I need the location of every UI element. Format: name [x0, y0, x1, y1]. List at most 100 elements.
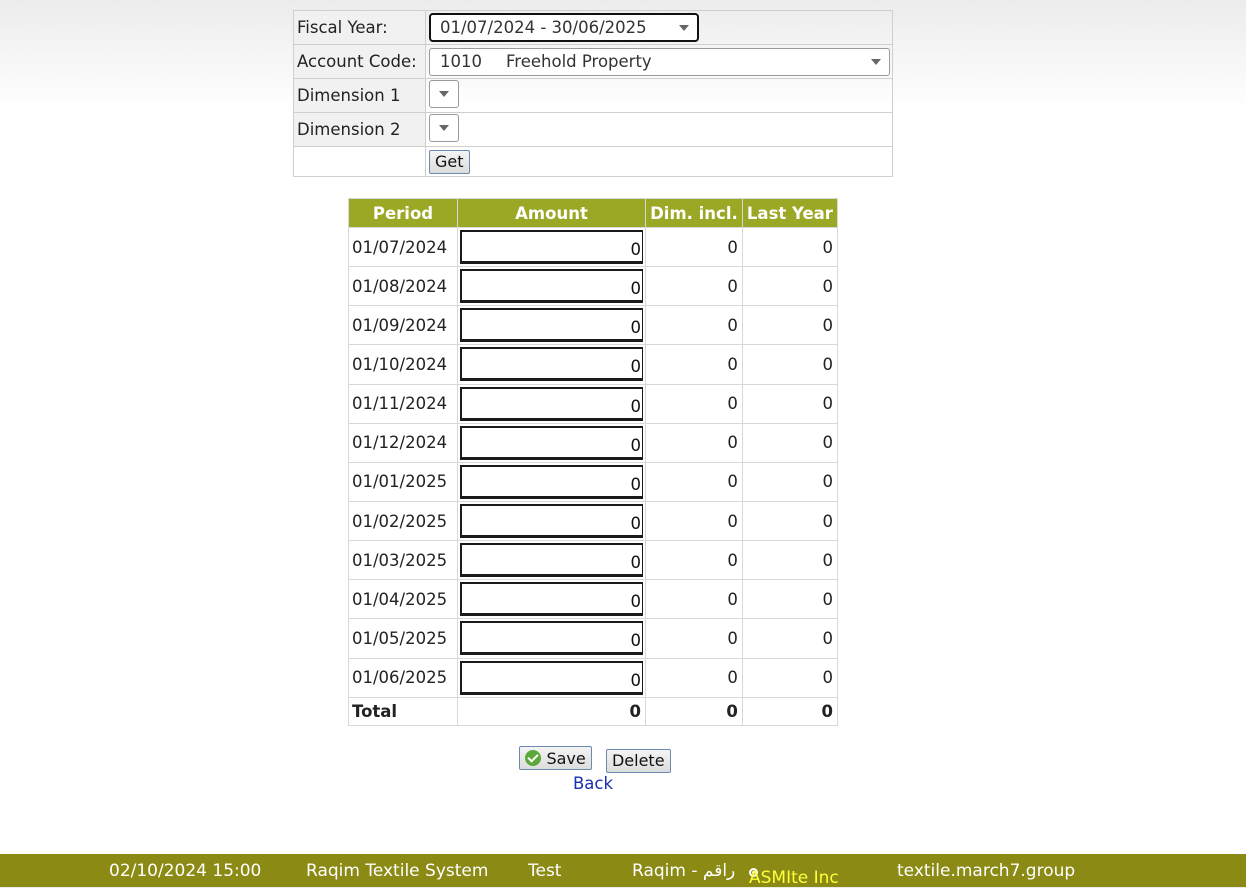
- last-year-cell: 0: [741, 500, 839, 542]
- footer-app-name: Raqim Textile System: [306, 861, 489, 881]
- footer-datetime: 02/10/2024 15:00: [109, 861, 262, 881]
- column-header: Amount: [457, 198, 646, 228]
- last-year-cell: 0: [741, 461, 839, 502]
- table-header-row: Period Amount Dim. incl. Last Year: [348, 198, 839, 228]
- amount-cell: [457, 540, 646, 581]
- last-year-cell: 0: [741, 226, 839, 268]
- footer-host: textile.march7.group: [897, 861, 1076, 881]
- amount-input[interactable]: [460, 464, 643, 499]
- amount-input[interactable]: [460, 347, 643, 382]
- back-link[interactable]: Back: [573, 774, 613, 793]
- period-cell: 01/04/2025: [348, 579, 458, 620]
- period-cell: 01/12/2024: [348, 422, 458, 463]
- last-year-cell: 0: [741, 344, 839, 385]
- action-bar: Save Delete: [0, 746, 1190, 773]
- dim-incl-cell: 0: [645, 266, 743, 307]
- save-button[interactable]: Save: [519, 746, 592, 770]
- amount-cell: [457, 422, 646, 463]
- amount-cell: [457, 383, 646, 424]
- amount-cell: [457, 618, 646, 659]
- get-button[interactable]: Get: [429, 149, 470, 174]
- account-code-value: 1010: [440, 52, 482, 71]
- amount-input[interactable]: [460, 504, 643, 539]
- total-dim: 0: [645, 696, 743, 726]
- last-year-cell: 0: [741, 305, 839, 346]
- check-icon: [525, 750, 542, 766]
- period-cell: 01/10/2024: [348, 344, 458, 385]
- budget-rows: 01/07/20240001/08/20240001/09/20240001/1…: [348, 226, 839, 698]
- amount-input[interactable]: [460, 230, 643, 265]
- delete-button[interactable]: Delete: [605, 748, 671, 773]
- period-cell: 01/11/2024: [348, 383, 458, 424]
- period-cell: 01/08/2024: [348, 266, 458, 307]
- last-year-cell: 0: [741, 579, 839, 620]
- table-row: 01/01/2025 0 0: [348, 461, 839, 502]
- dimension1-select[interactable]: [429, 79, 459, 108]
- chevron-down-icon: [679, 24, 689, 31]
- dim-incl-cell: 0: [645, 579, 743, 620]
- table-row: 01/04/2025 0 0: [348, 579, 839, 620]
- amount-cell: [457, 500, 646, 542]
- save-label: Save: [546, 748, 586, 768]
- amount-cell: [457, 266, 646, 307]
- dim-incl-cell: 0: [645, 305, 743, 346]
- last-year-cell: 0: [741, 540, 839, 581]
- footer-brand: Raqim - راقم: [632, 861, 736, 881]
- dim-incl-cell: 0: [645, 461, 743, 502]
- table-row: 01/06/2025 0 0: [348, 657, 839, 698]
- account-code-select[interactable]: 1010 Freehold Property: [429, 47, 890, 76]
- table-row: 01/02/2025 0 0: [348, 500, 839, 542]
- back-link-container: Back: [0, 774, 1186, 793]
- table-row: 01/11/2024 0 0: [348, 383, 839, 424]
- amount-input[interactable]: [460, 660, 643, 695]
- amount-cell: [457, 461, 646, 502]
- last-year-cell: 0: [741, 657, 839, 698]
- account-code-label: Account Code:: [293, 44, 426, 79]
- amount-cell: [457, 579, 646, 620]
- dimension1-label: Dimension 1: [293, 78, 426, 113]
- column-header: Period: [348, 198, 458, 228]
- footer-company-label: ASMIte Inc: [749, 868, 839, 888]
- footer-bar: 02/10/2024 15:00 Raqim Textile System Te…: [0, 854, 1246, 888]
- budget-filter-form: Fiscal Year: 01/07/2024 - 30/06/2025 Acc…: [293, 10, 893, 177]
- period-cell: 01/05/2025: [348, 618, 458, 659]
- column-header: Last Year: [741, 198, 839, 228]
- footer-mode: Test: [528, 861, 562, 881]
- dim-incl-cell: 0: [645, 540, 743, 581]
- table-row: 01/05/2025 0 0: [348, 618, 839, 659]
- dimension2-label: Dimension 2: [293, 112, 426, 147]
- dimension2-select[interactable]: [429, 113, 459, 142]
- period-cell: 01/06/2025: [348, 657, 458, 698]
- table-row: 01/08/2024 0 0: [348, 266, 839, 307]
- total-row: Total 0 0 0: [348, 696, 839, 726]
- amount-input[interactable]: [460, 269, 643, 304]
- dim-incl-cell: 0: [645, 383, 743, 424]
- last-year-cell: 0: [741, 266, 839, 307]
- total-amount: 0: [457, 696, 646, 726]
- period-cell: 01/02/2025: [348, 500, 458, 542]
- dim-incl-cell: 0: [645, 618, 743, 659]
- last-year-cell: 0: [741, 618, 839, 659]
- last-year-cell: 0: [741, 422, 839, 463]
- chevron-down-icon: [439, 90, 449, 97]
- total-last-year: 0: [741, 696, 839, 726]
- dim-incl-cell: 0: [645, 344, 743, 385]
- period-cell: 01/09/2024: [348, 305, 458, 346]
- table-row: 01/12/2024 0 0: [348, 422, 839, 463]
- chevron-down-icon: [871, 58, 881, 65]
- period-cell: 01/07/2024: [348, 226, 458, 268]
- amount-input[interactable]: [460, 621, 643, 656]
- amount-input[interactable]: [460, 386, 643, 421]
- fiscal-year-select[interactable]: 01/07/2024 - 30/06/2025: [429, 13, 699, 42]
- dim-incl-cell: 0: [645, 500, 743, 542]
- last-year-cell: 0: [741, 383, 839, 424]
- table-row: 01/09/2024 0 0: [348, 305, 839, 346]
- budget-table: Period Amount Dim. incl. Last Year 01/07/20…: [348, 198, 839, 726]
- amount-input[interactable]: [460, 308, 643, 343]
- amount-cell: [457, 344, 646, 385]
- amount-input[interactable]: [460, 543, 643, 578]
- amount-input[interactable]: [460, 425, 643, 460]
- period-cell: 01/01/2025: [348, 461, 458, 502]
- amount-input[interactable]: [460, 582, 643, 617]
- amount-cell: [457, 226, 646, 268]
